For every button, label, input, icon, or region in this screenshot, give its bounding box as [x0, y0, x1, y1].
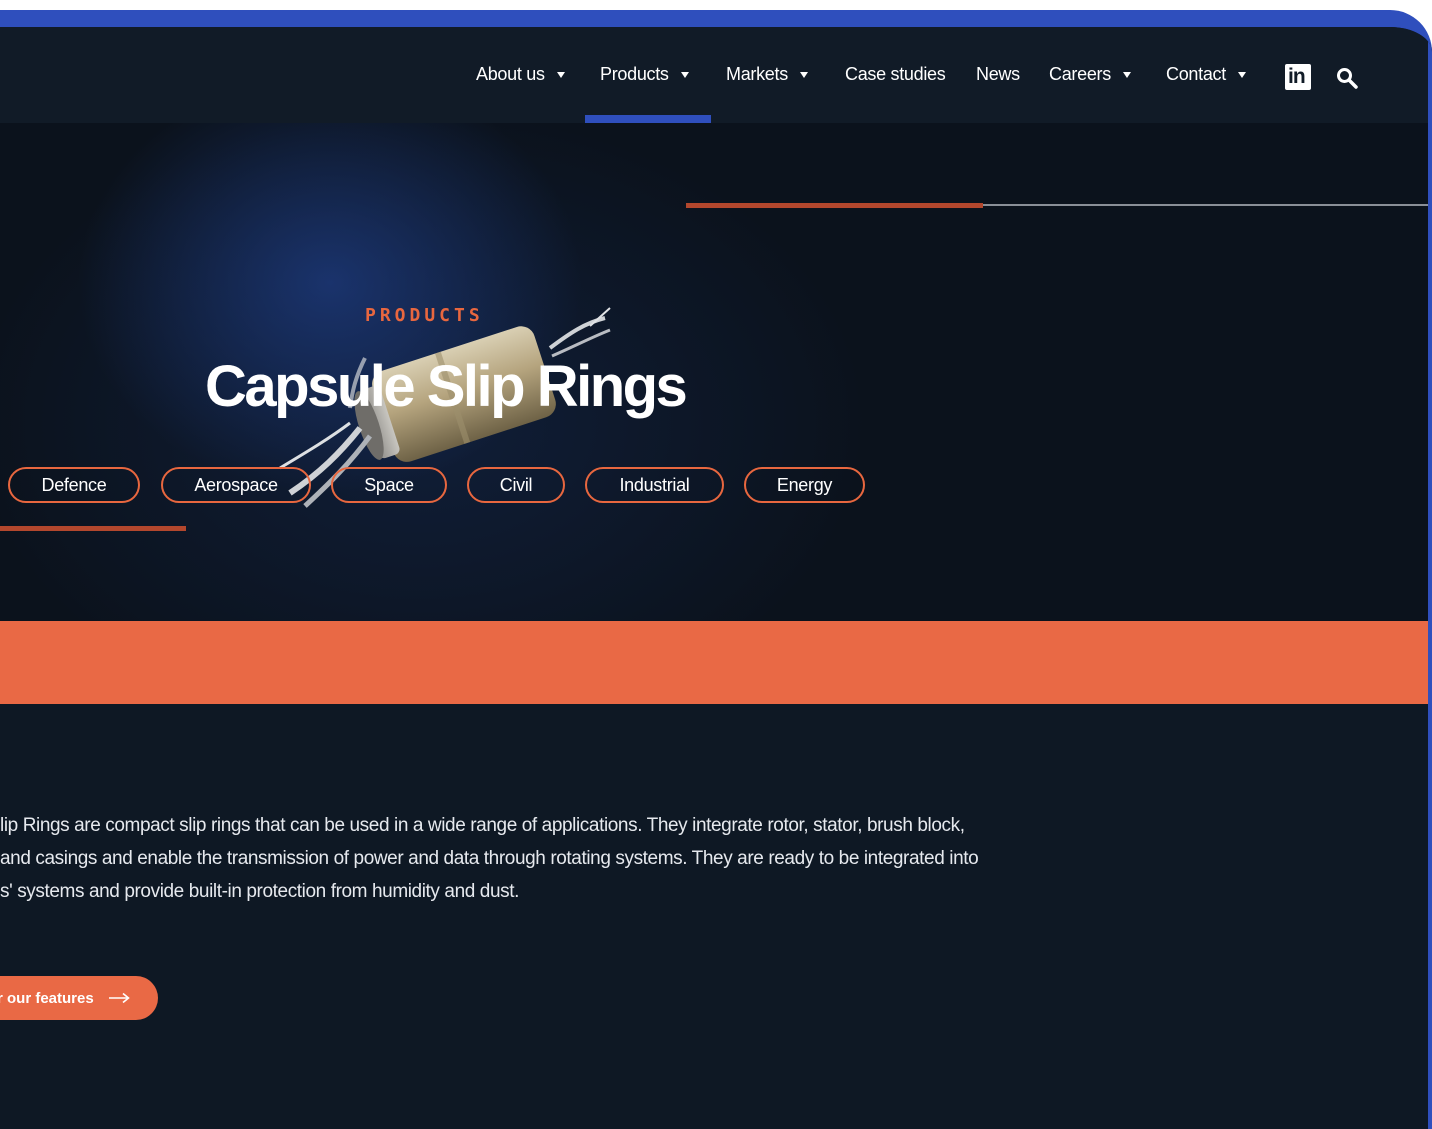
- hero-eyebrow: PRODUCTS: [365, 305, 484, 326]
- nav-item-label: News: [976, 64, 1020, 84]
- tag-industrial[interactable]: Industrial: [585, 467, 724, 503]
- caret-down-icon: [556, 72, 565, 78]
- description-line: and casings and enable the transmission …: [0, 848, 979, 869]
- features-button-label: r our features: [0, 989, 94, 1007]
- nav-item-case-studies[interactable]: Case studies: [845, 64, 946, 85]
- top-navigation: About us Products Markets Case studies N…: [0, 27, 1432, 123]
- caret-down-icon: [1237, 72, 1246, 78]
- accent-band: [0, 621, 1432, 704]
- nav-item-careers[interactable]: Careers: [1049, 64, 1131, 85]
- nav-item-label: Products: [600, 64, 669, 84]
- tag-label: Defence: [41, 474, 107, 495]
- decorative-line: [686, 203, 983, 208]
- decorative-line: [0, 526, 186, 531]
- caret-down-icon: [1122, 72, 1131, 78]
- nav-item-markets[interactable]: Markets: [726, 64, 808, 85]
- tag-label: Space: [364, 474, 414, 495]
- caret-down-icon: [799, 72, 808, 78]
- tag-label: Industrial: [619, 474, 690, 495]
- decorative-line: [983, 204, 1432, 206]
- nav-item-about-us[interactable]: About us: [476, 64, 565, 85]
- tag-energy[interactable]: Energy: [744, 467, 865, 503]
- browser-window: About us Products Markets Case studies N…: [0, 10, 1432, 1129]
- nav-item-label: Careers: [1049, 64, 1111, 84]
- caret-down-icon: [680, 72, 689, 78]
- tag-defence[interactable]: Defence: [8, 467, 140, 503]
- nav-item-products[interactable]: Products: [600, 64, 689, 85]
- tag-label: Energy: [776, 474, 833, 495]
- description-line: lip Rings are compact slip rings that ca…: [0, 815, 965, 836]
- nav-item-news[interactable]: News: [976, 64, 1020, 85]
- arrow-right-icon: [108, 992, 130, 1004]
- product-description: lip Rings are compact slip rings that ca…: [0, 809, 1100, 908]
- description-line: s' systems and provide built-in protecti…: [0, 881, 519, 902]
- linkedin-icon[interactable]: in: [1285, 64, 1311, 90]
- nav-item-label: About us: [476, 64, 545, 84]
- tag-space[interactable]: Space: [331, 467, 447, 503]
- nav-active-indicator: [585, 115, 711, 123]
- tag-label: Aerospace: [194, 474, 278, 495]
- hero-section: PRODUCTS Capsule Slip Rings Defence Aero…: [0, 123, 1432, 621]
- linkedin-icon-label: in: [1288, 65, 1306, 88]
- tag-aerospace[interactable]: Aerospace: [161, 467, 311, 503]
- nav-item-label: Markets: [726, 64, 788, 84]
- nav-item-label: Contact: [1166, 64, 1226, 84]
- page-title: Capsule Slip Rings: [205, 354, 688, 419]
- features-button[interactable]: r our features: [0, 976, 158, 1020]
- search-icon[interactable]: [1336, 67, 1358, 89]
- nav-item-label: Case studies: [845, 64, 946, 84]
- nav-item-contact[interactable]: Contact: [1166, 64, 1246, 85]
- tag-label: Civil: [499, 474, 533, 495]
- tag-civil[interactable]: Civil: [467, 467, 565, 503]
